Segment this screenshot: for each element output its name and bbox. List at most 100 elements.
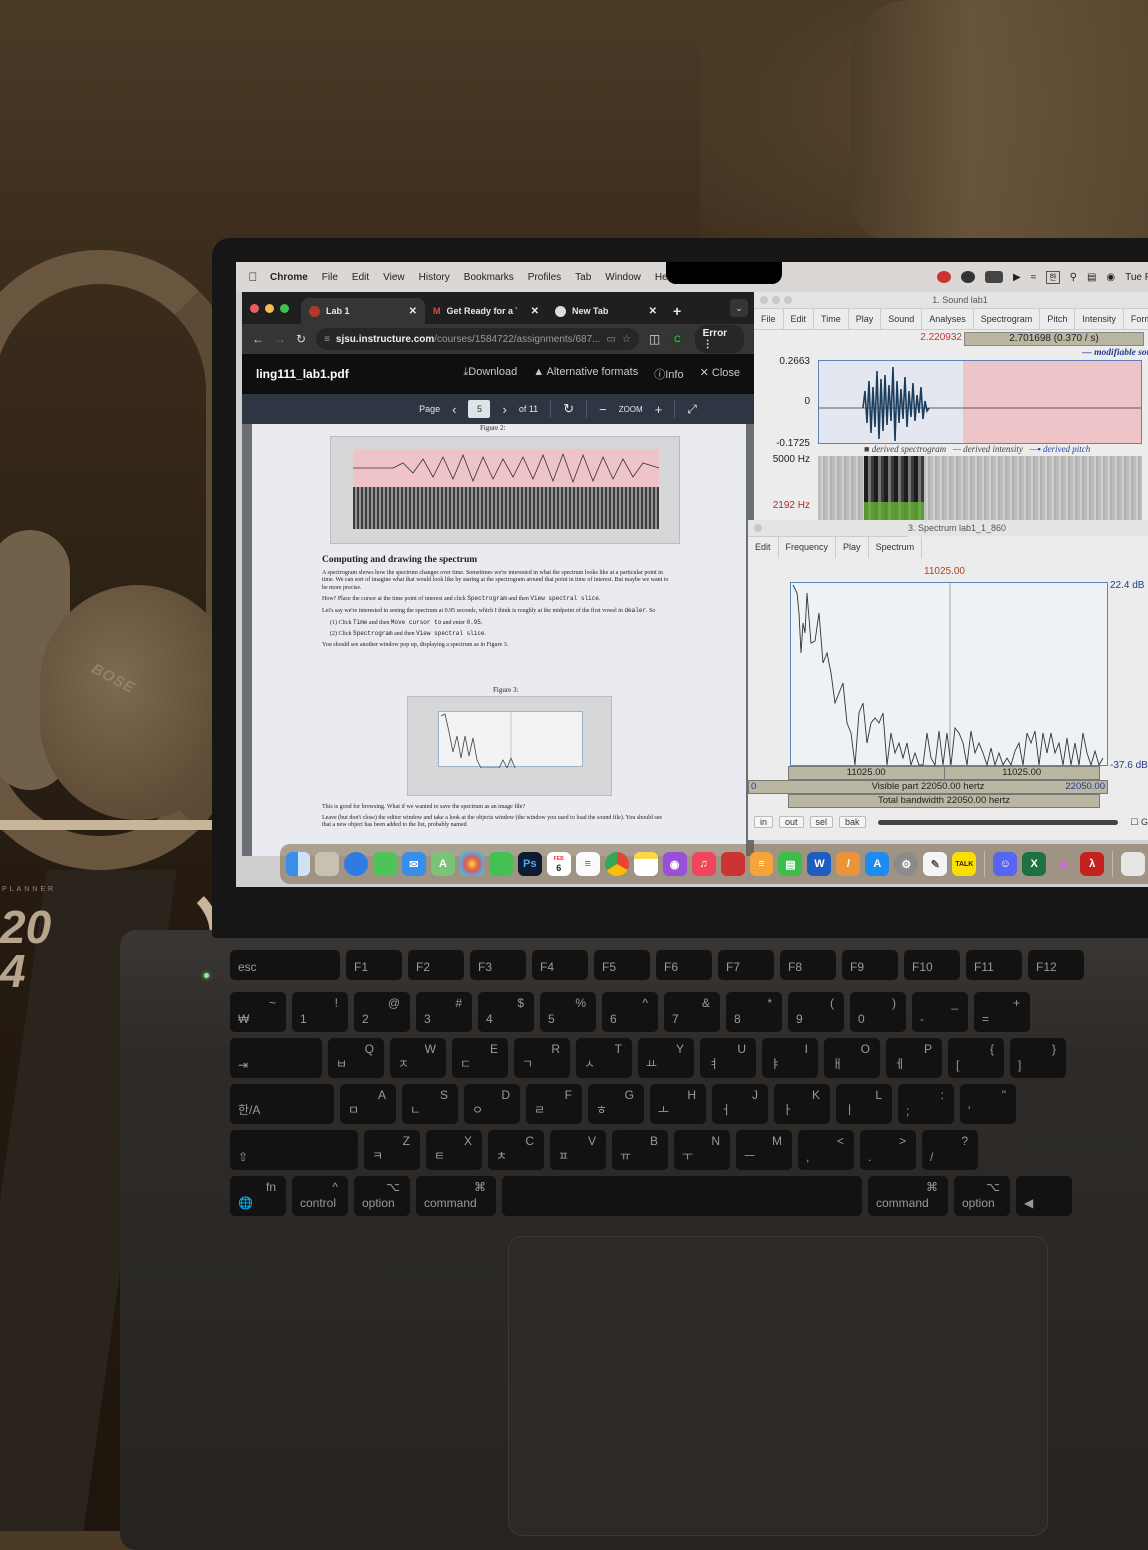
word-icon[interactable]: W [807, 852, 832, 876]
key-p[interactable]: Pㅔ [886, 1038, 942, 1078]
key-shift[interactable]: ⇧ [230, 1130, 358, 1170]
trackpad[interactable] [508, 1236, 1048, 1536]
key-l[interactable]: Lㅣ [836, 1084, 892, 1124]
back-button[interactable]: ← [252, 332, 264, 346]
close-window-button[interactable] [760, 296, 768, 304]
rotate-button[interactable]: ↻ [563, 401, 574, 417]
key-1[interactable]: ! 1 [292, 992, 348, 1032]
key-option-right[interactable]: ⌥ option [954, 1176, 1010, 1216]
close-window-button[interactable] [754, 524, 762, 532]
key-f7[interactable]: F7 [718, 950, 774, 980]
zoom-out-button[interactable]: out [779, 816, 804, 828]
bookmark-star-icon[interactable]: ☆ [622, 334, 631, 345]
error-button[interactable]: Error ⋮ [694, 325, 744, 353]
sound-menu-time[interactable]: Time [814, 309, 849, 329]
numbers-icon[interactable]: ▤ [778, 852, 803, 876]
key-:[interactable]: :; [898, 1084, 954, 1124]
key-{[interactable]: {[ [948, 1038, 1004, 1078]
key-space[interactable] [502, 1176, 862, 1216]
spotlight-icon[interactable]: ⚲ [1070, 272, 1077, 283]
selection-duration-bar[interactable]: 2.701698 (0.370 / s) [964, 332, 1144, 346]
menu-bar-clock[interactable]: Tue Feb [1125, 272, 1148, 283]
right-half-value[interactable]: 11025.00 [945, 767, 1100, 779]
excel-icon[interactable]: X [1022, 852, 1047, 876]
key-f4[interactable]: F4 [532, 950, 588, 980]
key-f12[interactable]: F12 [1028, 950, 1084, 980]
control-center-icon[interactable]: ▤ [1087, 272, 1096, 283]
key-caps-lock[interactable]: 한/A [230, 1084, 334, 1124]
key-f11[interactable]: F11 [966, 950, 1022, 980]
key-z[interactable]: Zㅋ [364, 1130, 420, 1170]
frequency-halves-bar[interactable]: 11025.00 11025.00 [788, 766, 1100, 780]
key-"[interactable]: " ' [960, 1084, 1016, 1124]
key-tab[interactable]: ⇥ [230, 1038, 322, 1078]
battery-icon[interactable] [985, 271, 1004, 283]
screen-record-icon[interactable] [937, 271, 952, 283]
kakaotalk-icon[interactable]: TALK [952, 852, 977, 876]
info-button[interactable]: ⓘInfo [654, 366, 683, 382]
photos-icon[interactable] [459, 852, 484, 876]
group-checkbox[interactable]: ☐ Group [1130, 817, 1148, 828]
app-store-icon[interactable]: A [865, 852, 890, 876]
site-info-icon[interactable]: ≡ [324, 334, 330, 345]
new-tab-button[interactable]: + [665, 298, 689, 324]
close-tab-icon[interactable]: ✕ [649, 306, 657, 317]
menu-view[interactable]: View [383, 272, 405, 283]
key-x[interactable]: Xㅌ [426, 1130, 482, 1170]
key-t[interactable]: Tㅅ [576, 1038, 632, 1078]
praat-icon[interactable]: ▲ [1051, 852, 1075, 876]
key-y[interactable]: Yㅛ [638, 1038, 694, 1078]
spectrogram-panel[interactable] [818, 456, 1142, 520]
key-5[interactable]: % 5 [540, 992, 596, 1032]
address-bar[interactable]: ≡ sjsu.instructure.com/courses/1584722/a… [316, 328, 639, 350]
key-a[interactable]: Aㅁ [340, 1084, 396, 1124]
key-f6[interactable]: F6 [656, 950, 712, 980]
key-w[interactable]: Wㅈ [390, 1038, 446, 1078]
menu-app-name[interactable]: Chrome [270, 272, 308, 283]
minimize-window-button[interactable] [265, 303, 274, 313]
key-fn[interactable]: fn 🌐 [230, 1176, 286, 1216]
menu-edit[interactable]: Edit [352, 272, 369, 283]
chrome-icon[interactable] [604, 852, 629, 876]
key-f3[interactable]: F3 [470, 950, 526, 980]
spectrum-menu-edit[interactable]: Edit [748, 537, 779, 558]
pencil-app-icon[interactable]: / [836, 852, 861, 876]
downloads-stack-icon[interactable] [1121, 852, 1146, 876]
left-half-value[interactable]: 11025.00 [789, 767, 945, 779]
key-8[interactable]: * 8 [726, 992, 782, 1032]
sound-menu-spectrogram[interactable]: Spectrogram [974, 309, 1041, 329]
minimize-window-button[interactable] [772, 296, 780, 304]
key-g[interactable]: Gㅎ [588, 1084, 644, 1124]
key-f10[interactable]: F10 [904, 950, 960, 980]
key-equals[interactable]: + = [974, 992, 1030, 1032]
app-status-icon[interactable] [961, 271, 976, 283]
close-tab-icon[interactable]: ✕ [409, 306, 417, 317]
prev-page-button[interactable]: ‹ [452, 402, 456, 417]
acrobat-icon[interactable]: λ [1080, 852, 1105, 876]
key-9[interactable]: (9 [788, 992, 844, 1032]
calendar-icon[interactable]: FEB 6 [546, 852, 571, 876]
key-f1[interactable]: F1 [346, 950, 402, 980]
side-panel-icon[interactable]: ◫ [649, 332, 660, 346]
system-settings-icon[interactable]: ⚙ [894, 852, 919, 876]
key-f2[interactable]: F2 [408, 950, 464, 980]
wifi-icon[interactable]: ≈ [1031, 272, 1037, 283]
menu-tab[interactable]: Tab [575, 272, 591, 283]
close-window-button[interactable] [250, 303, 259, 313]
key-r[interactable]: Rㄱ [514, 1038, 570, 1078]
key-₩[interactable]: ~ ₩ [230, 992, 286, 1032]
key-esc[interactable]: esc [230, 950, 340, 980]
key-0[interactable]: ) 0 [850, 992, 906, 1032]
menu-history[interactable]: History [419, 272, 450, 283]
safari-icon[interactable] [343, 852, 368, 876]
sound-menu-intensity[interactable]: Intensity [1075, 309, 1124, 329]
spectrum-menu-spectrum[interactable]: Spectrum [869, 537, 923, 558]
key-u[interactable]: Uㅕ [700, 1038, 756, 1078]
horizontal-scrollbar[interactable] [877, 819, 1119, 825]
facetime-icon[interactable] [488, 852, 513, 876]
photoshop-icon[interactable]: Ps [517, 852, 542, 876]
pdf-viewport[interactable]: Figure 2: Computing and drawing the spec… [242, 424, 754, 856]
key-command-left[interactable]: ⌘ command [416, 1176, 496, 1216]
key-6[interactable]: ^ 6 [602, 992, 658, 1032]
key-4[interactable]: $4 [478, 992, 534, 1032]
